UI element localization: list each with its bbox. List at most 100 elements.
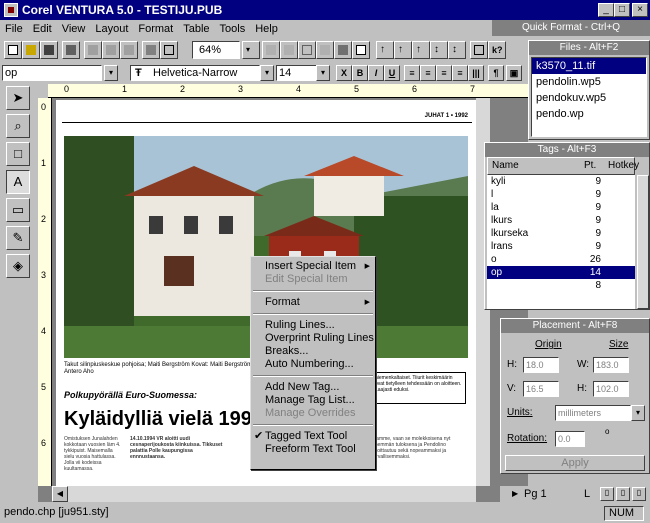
- open-file-icon[interactable]: [22, 41, 40, 59]
- app-icon[interactable]: [4, 3, 18, 17]
- backward-one-icon[interactable]: ↕: [430, 41, 448, 59]
- copy-icon[interactable]: [102, 41, 120, 59]
- menu-layout[interactable]: Layout: [90, 20, 133, 38]
- file-item[interactable]: pendo.wp: [532, 106, 646, 122]
- table-icon[interactable]: [352, 41, 370, 59]
- file-item[interactable]: pendokuv.wp5: [532, 90, 646, 106]
- menu-breaks[interactable]: Breaks...: [251, 345, 375, 358]
- size-dropdown-icon[interactable]: ▾: [316, 65, 330, 81]
- menu-format[interactable]: Format: [133, 20, 178, 38]
- save-icon[interactable]: [40, 41, 58, 59]
- placement-panel-title[interactable]: Placement - Alt+F8: [501, 319, 649, 333]
- zoom-tool-icon[interactable]: ⌕: [6, 114, 30, 138]
- frame-tool-icon-left[interactable]: □: [6, 142, 30, 166]
- menu-file[interactable]: File: [0, 20, 28, 38]
- underline-button[interactable]: U: [384, 65, 400, 81]
- menu-insert-special-item[interactable]: Insert Special Item ▶: [251, 260, 375, 273]
- menu-tagged-text-tool[interactable]: ✔ Tagged Text Tool: [251, 430, 375, 443]
- horizontal-ruler[interactable]: 0 1 2 3 4 5 6 7: [48, 84, 528, 98]
- vertical-ruler[interactable]: 0 1 2 3 4 5 6: [38, 98, 52, 486]
- rotation-input[interactable]: 0.0: [555, 431, 585, 447]
- minimize-button[interactable]: _: [598, 3, 614, 17]
- bold-button[interactable]: B: [352, 65, 368, 81]
- zoom-input[interactable]: 64%: [192, 41, 240, 59]
- menu-manage-tag-list[interactable]: Manage Tag List...: [251, 394, 375, 407]
- menu-tools[interactable]: Tools: [215, 20, 251, 38]
- menu-table[interactable]: Table: [178, 20, 214, 38]
- frame-options-icon[interactable]: ▣: [506, 65, 522, 81]
- pen-tool-icon[interactable]: ✎: [6, 226, 30, 250]
- files-panel-title[interactable]: Files - Alt+F2: [529, 41, 649, 55]
- tag-row[interactable]: op 14: [487, 266, 635, 279]
- menu-ruling-lines[interactable]: Ruling Lines...: [251, 319, 375, 332]
- cut-icon[interactable]: [84, 41, 102, 59]
- column-hotkey[interactable]: Hotkey: [608, 158, 639, 174]
- zoom-dropdown-icon[interactable]: ▾: [242, 41, 260, 59]
- column-pt[interactable]: Pt.: [584, 158, 596, 174]
- menu-overprint-ruling-lines[interactable]: Overprint Ruling Lines: [251, 332, 375, 345]
- help-icon[interactable]: k?: [488, 41, 506, 59]
- paste-icon[interactable]: [120, 41, 138, 59]
- tag-row[interactable]: lkurs 9: [487, 214, 635, 227]
- forward-one-icon[interactable]: ↑: [412, 41, 430, 59]
- document-icon[interactable]: [470, 41, 488, 59]
- image-tool-icon[interactable]: [316, 41, 334, 59]
- column-name[interactable]: Name: [492, 158, 519, 174]
- right-page-icon[interactable]: ▯: [616, 487, 630, 501]
- tag-row[interactable]: kyli 9: [487, 175, 635, 188]
- size-h-input[interactable]: 102.0: [593, 381, 629, 397]
- spread-icon[interactable]: ▯: [632, 487, 646, 501]
- menu-add-new-tag[interactable]: Add New Tag...: [251, 381, 375, 394]
- origin-h-input[interactable]: 18.0: [523, 357, 559, 373]
- arrange-back-icon[interactable]: ↑: [394, 41, 412, 59]
- frame-tool-icon[interactable]: [298, 41, 316, 59]
- font-dropdown-icon[interactable]: ▾: [260, 65, 274, 81]
- document-horizontal-scrollbar[interactable]: ◀: [52, 486, 476, 502]
- frame-icon[interactable]: [160, 41, 178, 59]
- tags-panel-title[interactable]: Tags - Alt+F3: [485, 143, 649, 157]
- units-dropdown-icon[interactable]: ▾: [631, 405, 645, 421]
- tag-select[interactable]: op: [2, 65, 102, 81]
- page-mode[interactable]: L: [584, 488, 590, 500]
- new-file-icon[interactable]: [4, 41, 22, 59]
- close-button[interactable]: ×: [632, 3, 648, 17]
- menu-help[interactable]: Help: [250, 20, 283, 38]
- file-item[interactable]: k3570_11.tif: [532, 58, 646, 74]
- tag-row[interactable]: o 26: [487, 253, 635, 266]
- align-left-icon[interactable]: ≡: [404, 65, 420, 81]
- justify-icon[interactable]: ≡: [452, 65, 468, 81]
- spell-icon[interactable]: [334, 41, 352, 59]
- origin-v-input[interactable]: 16.5: [523, 381, 559, 397]
- node-tool-icon[interactable]: [280, 41, 298, 59]
- tag-row[interactable]: l9: [487, 188, 635, 201]
- tag-row[interactable]: la 9: [487, 201, 635, 214]
- tag-row[interactable]: 8: [487, 279, 635, 292]
- size-w-input[interactable]: 183.0: [593, 357, 629, 373]
- strikeout-button[interactable]: X: [336, 65, 352, 81]
- menu-auto-numbering[interactable]: Auto Numbering...: [251, 358, 375, 371]
- menu-format[interactable]: Format ▶: [251, 296, 375, 309]
- maximize-button[interactable]: □: [614, 3, 630, 17]
- arrange-front-icon[interactable]: ↑: [376, 41, 394, 59]
- menu-freeform-text-tool[interactable]: Freeform Text Tool: [251, 443, 375, 456]
- italic-button[interactable]: I: [368, 65, 384, 81]
- text-tool-icon[interactable]: [142, 41, 160, 59]
- align-center-icon[interactable]: ≡: [420, 65, 436, 81]
- fill-tool-icon[interactable]: ◈: [6, 254, 30, 278]
- pick-tool-icon[interactable]: ➤: [6, 86, 30, 110]
- paragraph-icon[interactable]: ¶: [488, 65, 504, 81]
- tag-row[interactable]: lkurseka 9: [487, 227, 635, 240]
- align-right-icon[interactable]: ≡: [436, 65, 452, 81]
- tag-row[interactable]: lrans 9: [487, 240, 635, 253]
- page-prev-icon[interactable]: ▶: [512, 489, 518, 498]
- print-icon[interactable]: [62, 41, 80, 59]
- apply-button[interactable]: Apply: [505, 455, 645, 471]
- scroll-left-icon[interactable]: ◀: [52, 486, 68, 502]
- font-select[interactable]: Ŧ Helvetica-Narrow: [130, 65, 260, 81]
- graphic-tool-icon[interactable]: [262, 41, 280, 59]
- tag-dropdown-icon[interactable]: ▾: [104, 65, 118, 81]
- columns-icon[interactable]: |||: [468, 65, 484, 81]
- left-page-icon[interactable]: ▯: [600, 487, 614, 501]
- tags-scrollbar[interactable]: [637, 175, 649, 309]
- graphic-draw-icon[interactable]: ▭: [6, 198, 30, 222]
